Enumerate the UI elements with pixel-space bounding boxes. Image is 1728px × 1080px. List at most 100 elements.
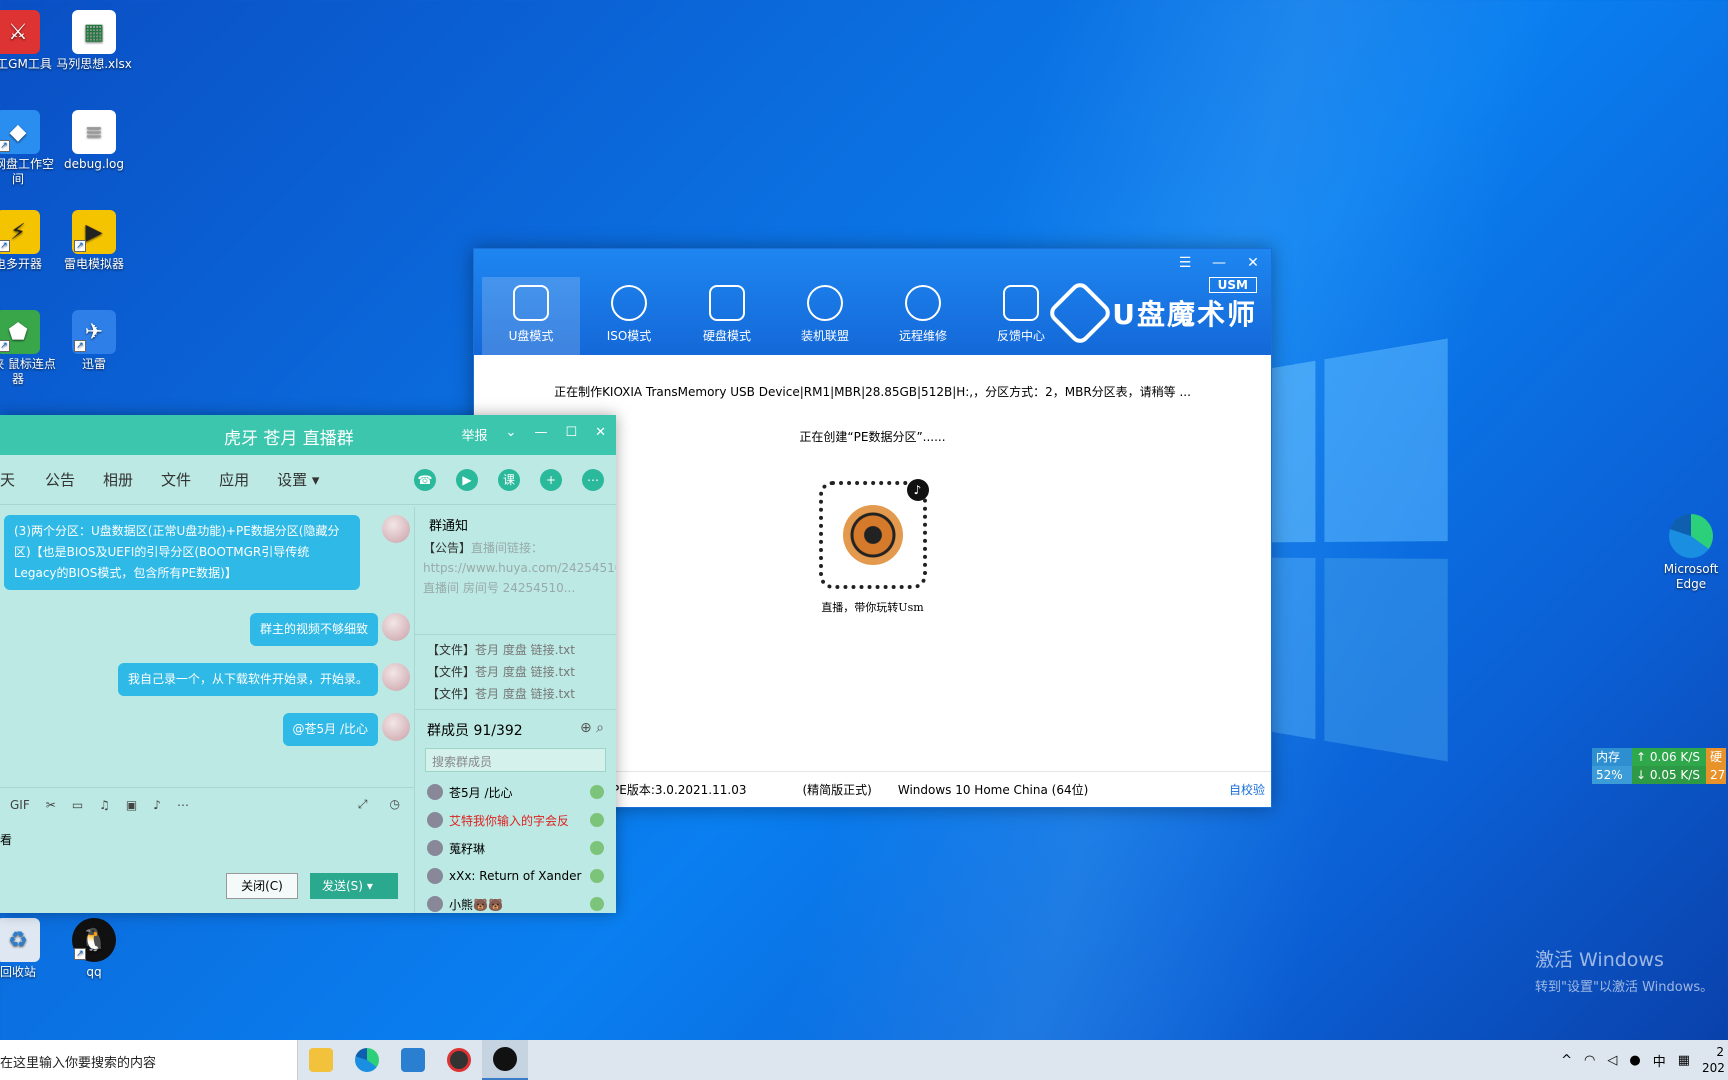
tab-files[interactable]: 文件 <box>161 469 191 490</box>
shortcut-arrow-icon: ↗ <box>0 240 10 252</box>
chevron-down-icon[interactable]: ⌄ <box>506 425 517 444</box>
member-search-input[interactable]: 搜索群成员 <box>425 748 606 772</box>
menu-icon[interactable]: ☰ <box>1175 255 1195 271</box>
folder-icon[interactable]: ▭ <box>72 798 83 812</box>
history-clock-icon[interactable]: ◷ <box>390 797 400 812</box>
chevron-down-icon[interactable]: ▾ <box>367 879 373 893</box>
maximize-icon[interactable]: ☐ <box>565 425 577 444</box>
close-icon[interactable]: ✕ <box>1243 255 1263 271</box>
music-icon[interactable]: ♫ <box>99 798 110 812</box>
desktop-icon-auto-clicker[interactable]: ⬟↗ 大侠 鼠标连点器 <box>0 310 58 387</box>
add-member-icon[interactable]: ⊕ <box>580 720 592 736</box>
member-item[interactable]: 蒐籽琳 <box>415 834 616 862</box>
phone-icon[interactable]: ☎ <box>414 468 436 491</box>
clock[interactable]: 2 202 <box>1702 1044 1724 1076</box>
taskbar-app-active[interactable] <box>482 1040 528 1080</box>
send-button[interactable]: 发送(S) ▾ <box>310 873 398 899</box>
tab-apps[interactable]: 应用 <box>219 469 249 490</box>
avatar[interactable] <box>382 713 410 741</box>
desktop-icon-thunder[interactable]: ✈ ↗ 迅雷 <box>54 310 134 372</box>
taskbar-search-input[interactable]: 在这里输入你要搜索的内容 <box>0 1040 298 1080</box>
taskbar-app-record[interactable] <box>436 1040 482 1080</box>
pe-version: PE版本:3.0.2021.11.03 <box>612 783 747 797</box>
tray-expand-icon[interactable]: ^ <box>1561 1053 1572 1068</box>
desktop-icon-xlsx[interactable]: ▦ 马列思想.xlsx <box>54 10 134 72</box>
member-item[interactable]: 艾特我你输入的字会反 <box>415 806 616 834</box>
globe-icon <box>905 285 941 321</box>
desktop-icon-gm-tool[interactable]: ⚔ 手工GM工具 <box>0 10 58 72</box>
tab-iso-mode[interactable]: ISO模式 <box>580 277 678 355</box>
avatar[interactable] <box>382 613 410 641</box>
tab-usb-mode[interactable]: U盘模式 <box>482 277 580 355</box>
qq-title-bar: 虎牙 苍月 直播群 举报 ⌄ — ☐ ✕ <box>0 415 616 455</box>
qq-tray-icon[interactable]: ● <box>1629 1053 1640 1068</box>
desktop-icon-ld-emulator[interactable]: ▶ ↗ 雷电模拟器 <box>54 210 134 272</box>
ime-indicator[interactable]: 中 <box>1653 1051 1666 1070</box>
desktop-icon-multi-opener[interactable]: ⚡↗ 电多开器 <box>0 210 58 272</box>
report-button[interactable]: 举报 <box>462 425 488 444</box>
usm-app-icon <box>401 1048 425 1072</box>
self-check-link[interactable]: 自校验 <box>1229 781 1265 798</box>
minimize-icon[interactable]: — <box>534 425 547 444</box>
tab-install-alliance[interactable]: 装机联盟 <box>776 277 874 355</box>
text-file-icon: ≡ <box>72 110 116 154</box>
more-icon[interactable]: ⋯ <box>177 798 189 812</box>
expand-icon[interactable]: ⤢ <box>358 797 368 812</box>
netdisk-icon: ◆ ↗ <box>0 110 40 154</box>
scissors-icon[interactable]: ✂ <box>46 798 56 812</box>
search-icon[interactable]: ⌕ <box>596 720 604 736</box>
message-bubble: (3)两个分区：U盘数据区(正常U盘功能)+PE数据分区(隐藏分区)【也是BIO… <box>4 515 360 590</box>
more-icon[interactable]: ⋯ <box>582 468 604 491</box>
desktop-icon-netdisk[interactable]: ◆↗ 度网盘工作空间 <box>0 110 58 187</box>
tab-chat[interactable]: 天 <box>0 469 15 490</box>
member-item[interactable]: xXx: Return of Xander <box>415 862 616 890</box>
minimize-icon[interactable]: — <box>1209 255 1229 271</box>
member-status-icon <box>590 897 604 911</box>
avatar[interactable] <box>382 663 410 691</box>
file-item[interactable]: 【文件】苍月 度盘 链接.txt <box>427 661 604 683</box>
tab-remote-repair[interactable]: 远程维修 <box>874 277 972 355</box>
volume-icon[interactable]: ◁ <box>1607 1053 1617 1068</box>
tab-settings[interactable]: 设置 ▾ <box>277 469 319 490</box>
add-icon[interactable]: + <box>540 468 562 491</box>
desktop-icon-debug-log[interactable]: ≡ debug.log <box>54 110 134 172</box>
desktop-icon-edge[interactable]: Microsoft Edge <box>1650 514 1728 592</box>
tab-album[interactable]: 相册 <box>103 469 133 490</box>
bell-icon[interactable]: ♪ <box>153 798 161 812</box>
message-input[interactable]: 看 <box>0 819 414 848</box>
taskbar-edge[interactable] <box>344 1040 390 1080</box>
taskbar: 在这里输入你要搜索的内容 ^ ◠ ◁ ● 中 ▦ 2 202 <box>0 1040 1728 1080</box>
desktop-icon-qq[interactable]: 🐧 ↗ qq <box>54 918 134 980</box>
usm-logo-mark-icon <box>1046 279 1115 347</box>
avatar[interactable] <box>382 515 410 543</box>
wifi-icon[interactable]: ◠ <box>1584 1053 1595 1068</box>
taskbar-app-blue[interactable] <box>390 1040 436 1080</box>
member-item[interactable]: 苍5月 /比心 <box>415 778 616 806</box>
taskbar-file-explorer[interactable] <box>298 1040 344 1080</box>
member-item[interactable]: 小熊🐻🐻 <box>415 890 616 918</box>
message-bubble: 群主的视频不够细致 <box>249 613 378 646</box>
group-name: 虎牙 苍月 直播群 <box>224 429 354 449</box>
file-item[interactable]: 【文件】苍月 度盘 链接.txt <box>427 683 604 705</box>
usm-badge: USM <box>1208 277 1257 293</box>
usb-drive-icon <box>513 285 549 321</box>
video-call-icon[interactable]: ▶ <box>456 468 478 491</box>
file-item[interactable]: 【文件】苍月 度盘 链接.txt <box>427 639 604 661</box>
tab-hdd-mode[interactable]: 硬盘模式 <box>678 277 776 355</box>
app-grid-icon[interactable]: ▦ <box>1678 1053 1690 1068</box>
tab-announcement[interactable]: 公告 <box>45 469 75 490</box>
avatar <box>427 812 443 828</box>
qq-window-controls: 举报 ⌄ — ☐ ✕ <box>462 425 606 444</box>
os-label: Windows 10 Home China (64位) <box>897 783 1089 797</box>
image-icon[interactable]: ▣ <box>126 798 137 812</box>
lesson-icon[interactable]: 课 <box>498 468 520 491</box>
gif-icon[interactable]: GIF <box>10 798 30 812</box>
memory-value: 52% <box>1592 766 1632 784</box>
close-icon[interactable]: ✕ <box>595 425 606 444</box>
desktop-icon-recycle-bin[interactable]: ♻ 回收站 <box>0 918 58 980</box>
thunder-bird-icon: ✈ ↗ <box>72 310 116 354</box>
close-button[interactable]: 关闭(C) <box>226 873 298 899</box>
message-bubble: @苍5月 /比心 <box>282 713 378 746</box>
network-speed-widget[interactable]: 内存 ↑ 0.06 K/S 硬 52% ↓ 0.05 K/S 27 <box>1592 748 1726 784</box>
notice-body[interactable]: 【公告】直播间链接： https://www.huya.com/24254510… <box>415 538 616 634</box>
